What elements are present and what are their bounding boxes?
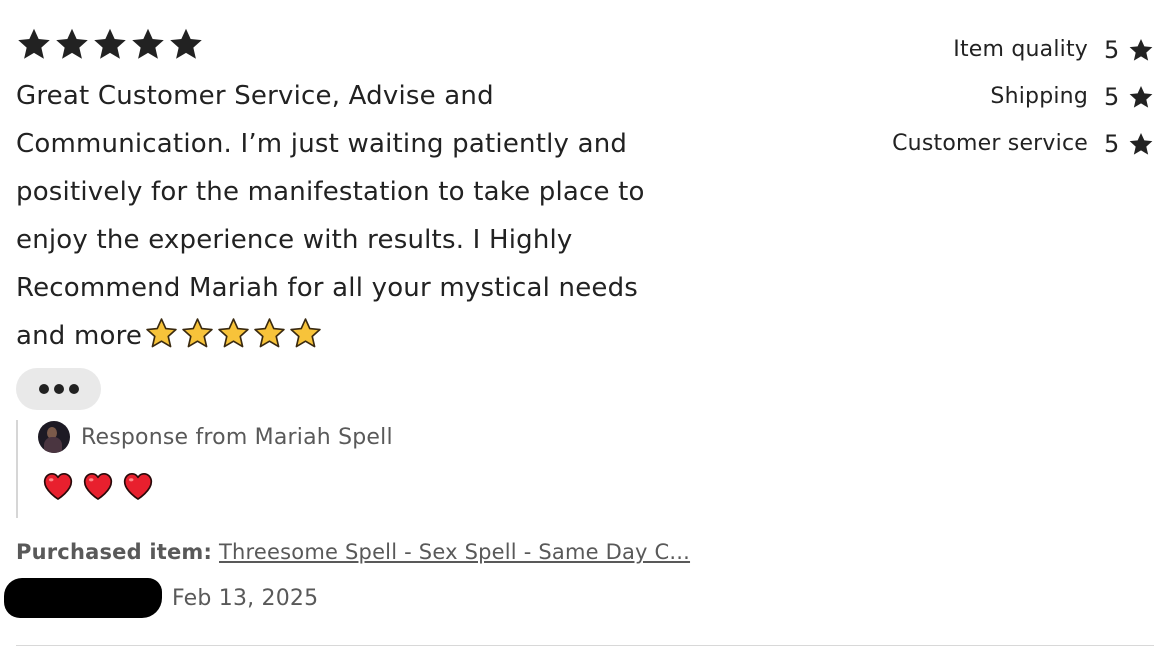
review-text: Great Customer Service, Advise and Commu… — [16, 72, 696, 360]
rating-row-item-quality: Item quality 5 — [834, 26, 1154, 73]
heart-icon — [43, 472, 73, 500]
ellipsis-icon — [68, 384, 79, 394]
rating-label: Shipping — [990, 84, 1088, 109]
emoji-star-icon — [182, 318, 213, 348]
purchased-item-label: Purchased item: — [16, 540, 213, 564]
star-icon — [1129, 85, 1153, 108]
rating-value: 5 — [1104, 35, 1120, 64]
heart-icon — [123, 472, 153, 500]
emoji-star-icon — [290, 318, 321, 348]
review-card: Great Customer Service, Advise and Commu… — [0, 0, 1170, 663]
response-title: Response from Mariah Spell — [81, 424, 393, 450]
heart-icon — [83, 472, 113, 500]
seller-avatar[interactable] — [38, 421, 70, 453]
star-icon — [170, 28, 202, 59]
purchased-item: Purchased item: Threesome Spell - Sex Sp… — [16, 540, 690, 564]
seller-response: Response from Mariah Spell — [16, 420, 696, 518]
review-date: Feb 13, 2025 — [172, 585, 319, 611]
response-body — [40, 469, 156, 503]
emoji-star-icon — [254, 318, 285, 348]
rating-row-customer-service: Customer service 5 — [834, 120, 1154, 167]
star-icon — [56, 28, 88, 59]
rating-breakdown: Item quality 5 Shipping 5 Customer servi… — [834, 26, 1154, 167]
ellipsis-icon — [38, 384, 49, 394]
star-icon — [1129, 38, 1153, 61]
review-star-rating — [16, 26, 204, 64]
reviewer-info: Feb 13, 2025 — [0, 576, 318, 620]
rating-value: 5 — [1104, 82, 1120, 111]
reviewer-name-redacted[interactable] — [4, 578, 162, 618]
star-icon — [132, 28, 164, 59]
emoji-star-icon — [218, 318, 249, 348]
rating-row-shipping: Shipping 5 — [834, 73, 1154, 120]
star-icon — [94, 28, 126, 59]
review-body: Great Customer Service, Advise and Commu… — [16, 81, 645, 351]
ellipsis-icon — [53, 384, 64, 394]
emoji-stars — [142, 318, 322, 351]
response-header: Response from Mariah Spell — [38, 420, 393, 454]
emoji-star-icon — [146, 318, 177, 348]
more-options-button[interactable] — [16, 368, 101, 410]
star-icon — [1129, 132, 1153, 155]
rating-label: Customer service — [892, 131, 1088, 156]
rating-value: 5 — [1104, 129, 1120, 158]
divider — [16, 645, 1154, 646]
purchased-item-link[interactable]: Threesome Spell - Sex Spell - Same Day C… — [219, 540, 690, 564]
rating-label: Item quality — [953, 37, 1088, 62]
star-icon — [18, 28, 50, 59]
